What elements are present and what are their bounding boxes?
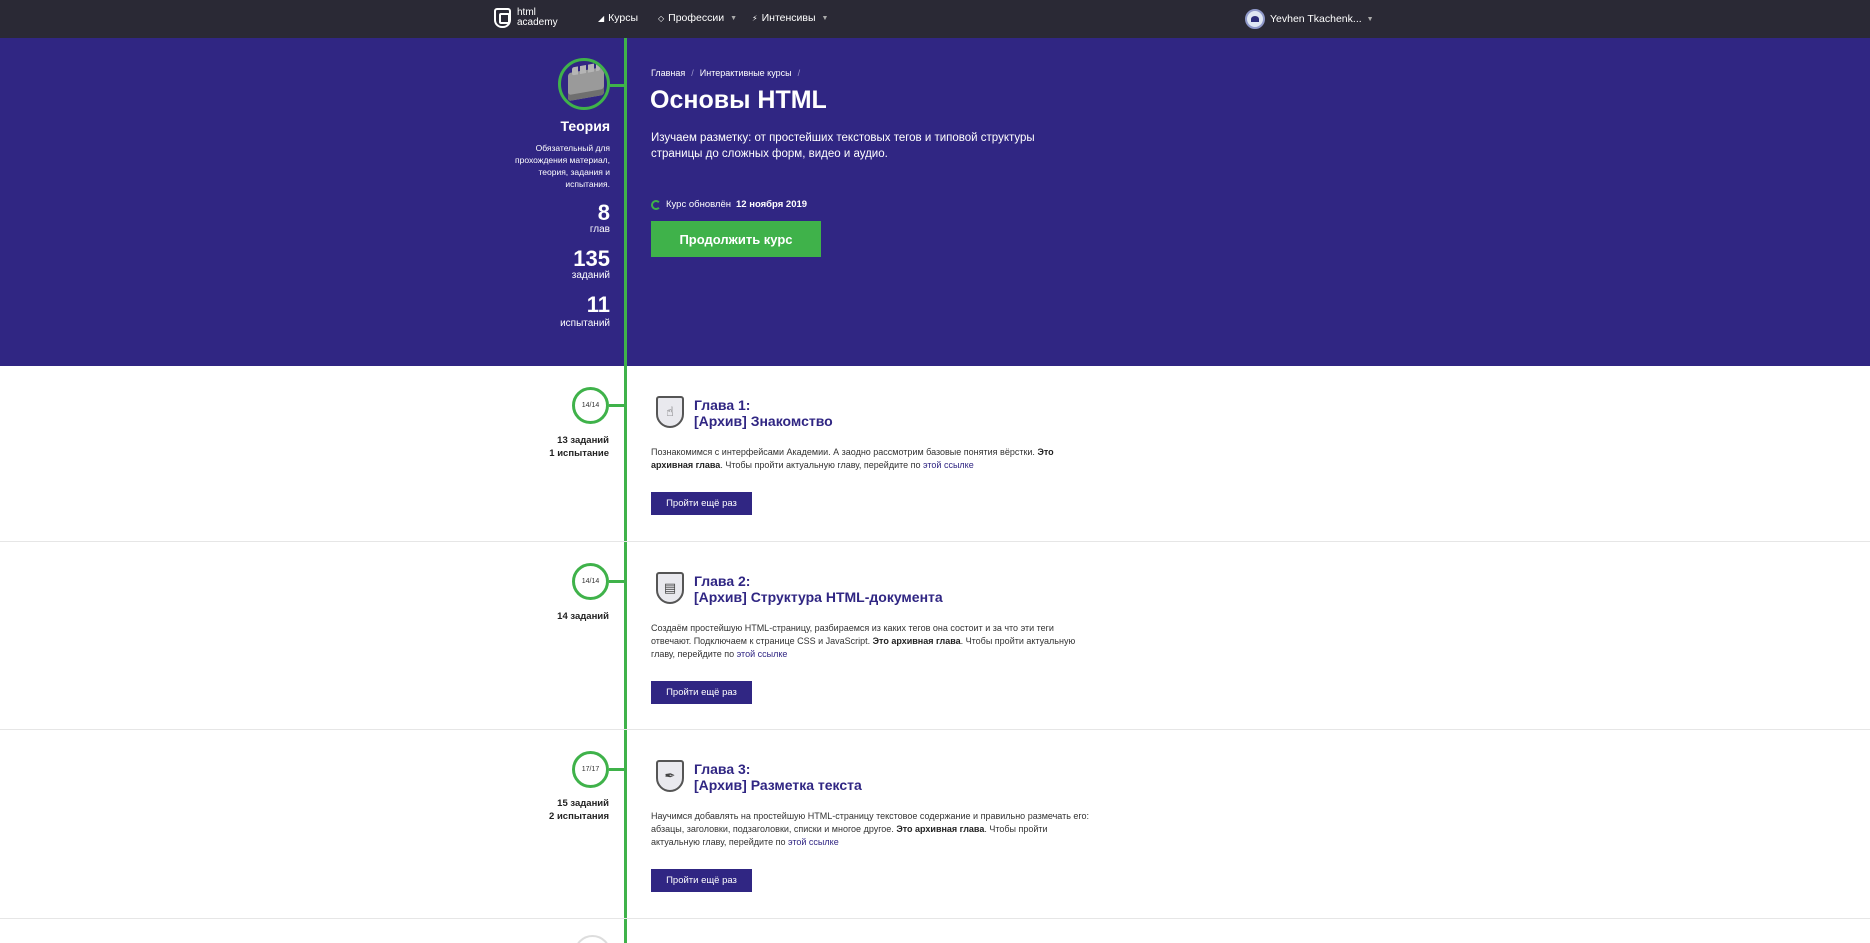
- chapter-actual-link[interactable]: этой ссылке: [788, 837, 839, 847]
- chapter-desc-text: Познакомимся с интерфейсами Академии. А …: [651, 447, 1035, 457]
- updated-date: 12 ноября 2019: [736, 199, 808, 210]
- chapter-description: Познакомимся с интерфейсами Академии. А …: [651, 446, 1095, 472]
- chart-icon: ◢: [598, 13, 605, 23]
- retake-chapter-button[interactable]: Пройти ещё раз: [651, 681, 752, 704]
- chapter-divider: [0, 541, 1870, 542]
- chapter-description: Создаём простейшую HTML-страницу, разбир…: [651, 622, 1095, 661]
- bolt-icon: ⚡: [752, 13, 758, 23]
- breadcrumb-home[interactable]: Главная: [651, 68, 685, 78]
- retake-chapter-button[interactable]: Пройти ещё раз: [651, 869, 752, 892]
- stat-trials-label: испытаний: [560, 318, 610, 329]
- diamond-icon: ◇: [658, 13, 665, 23]
- timeline-connector: [609, 580, 625, 583]
- academy-logo-icon: [494, 8, 511, 28]
- course-description: Изучаем разметку: от простейших текстовы…: [651, 132, 1035, 160]
- nav-item-intensives[interactable]: ⚡ Интенсивы ▼: [752, 12, 828, 24]
- stat-chapters-value: 8: [597, 200, 610, 225]
- nav-item-courses[interactable]: ◢ Курсы: [598, 12, 638, 24]
- avatar: [1245, 9, 1265, 29]
- chapter-progress-circle: 14/14: [572, 563, 609, 600]
- chapter-number: Глава 3:: [694, 761, 751, 777]
- timeline-connector: [609, 404, 625, 407]
- course-updated-info: Курс обновлён 12 ноября 2019: [651, 199, 807, 210]
- chapter-desc-archive-note: Это архивная глава: [896, 824, 985, 834]
- document-icon: ▤: [656, 572, 684, 604]
- timeline-connector: [609, 768, 625, 771]
- timeline-line: [624, 38, 627, 943]
- nav-item-label: Интенсивы: [761, 12, 816, 24]
- top-navigation: html academy ◢ Курсы ◇ Профессии ▼ ⚡ Инт…: [0, 0, 1870, 38]
- logo-text: html academy: [517, 7, 558, 28]
- chapter-number: Глава 1:: [694, 397, 751, 413]
- stat-tasks-value: 135: [573, 246, 610, 271]
- chapter-progress-circle: 14/14: [572, 387, 609, 424]
- chapter-stats: 15 заданий 2 испытания: [470, 797, 609, 823]
- chapter-actual-link[interactable]: этой ссылке: [923, 460, 974, 470]
- chevron-down-icon: ▼: [730, 14, 738, 22]
- nav-item-label: Курсы: [608, 12, 639, 24]
- chapter-divider: [0, 918, 1870, 919]
- chapter-progress-circle: [574, 935, 611, 943]
- continue-course-button[interactable]: Продолжить курс: [651, 221, 821, 257]
- chapter-stats: 13 заданий 1 испытание: [470, 434, 609, 460]
- chapter-name: [Архив] Структура HTML-документа: [694, 589, 943, 605]
- pen-nib-icon: ✒: [656, 760, 684, 792]
- chevron-down-icon: ▼: [1366, 15, 1374, 23]
- refresh-icon: [651, 199, 661, 210]
- breadcrumb-separator: /: [797, 68, 801, 78]
- chapter-desc-rest: . Чтобы пройти актуальную главу, перейди…: [720, 460, 921, 470]
- course-hero: [0, 38, 1870, 366]
- chapter-title[interactable]: Глава 1: [Архив] Знакомство: [694, 397, 833, 429]
- chapter-title[interactable]: Глава 2: [Архив] Структура HTML-документ…: [694, 573, 943, 605]
- timeline-connector: [610, 84, 625, 87]
- breadcrumb-interactive-courses[interactable]: Интерактивные курсы: [700, 68, 792, 78]
- stat-trials-value: 11: [586, 292, 610, 317]
- chapter-description: Научимся добавлять на простейшую HTML-ст…: [651, 810, 1095, 849]
- hand-icon: ☝: [656, 396, 684, 428]
- stat-chapters-label: глав: [589, 224, 610, 235]
- chapter-trials-count: 1 испытание: [549, 448, 609, 459]
- user-menu[interactable]: Yevhen Tkachenk... ▼: [1245, 9, 1374, 29]
- site-logo[interactable]: html academy: [494, 8, 561, 28]
- theory-description: Обязательный для прохождения материал, т…: [515, 143, 610, 189]
- page-title: Основы HTML: [650, 86, 827, 114]
- chapter-tasks-count: 14 заданий: [557, 611, 609, 622]
- chapter-number: Глава 2:: [694, 573, 751, 589]
- brick-icon: [568, 66, 604, 102]
- chapter-tasks-count: 13 заданий: [557, 435, 609, 446]
- chapter-trials-count: 2 испытания: [549, 811, 609, 822]
- chapter-title[interactable]: Глава 3: [Архив] Разметка текста: [694, 761, 862, 793]
- page: html academy ◢ Курсы ◇ Профессии ▼ ⚡ Инт…: [0, 0, 1870, 943]
- theory-title: Теория: [560, 118, 610, 134]
- chapter-stats: 14 заданий: [470, 610, 609, 623]
- chapter-desc-archive-note: Это архивная глава: [872, 636, 961, 646]
- theory-icon: [558, 58, 610, 110]
- nav-item-professions[interactable]: ◇ Профессии ▼: [658, 12, 737, 24]
- chapter-progress-circle: 17/17: [572, 751, 609, 788]
- nav-item-label: Профессии: [668, 12, 725, 24]
- breadcrumb-separator: /: [691, 68, 694, 78]
- chapter-divider: [0, 729, 1870, 730]
- chapter-name: [Архив] Знакомство: [694, 413, 833, 429]
- chapter-name: [Архив] Разметка текста: [694, 777, 862, 793]
- chevron-down-icon: ▼: [821, 14, 829, 22]
- breadcrumb: Главная / Интерактивные курсы /: [651, 68, 800, 78]
- stat-tasks-label: заданий: [571, 270, 610, 281]
- chapter-actual-link[interactable]: этой ссылке: [737, 649, 788, 659]
- chapter-tasks-count: 15 заданий: [557, 798, 609, 809]
- updated-prefix: Курс обновлён: [666, 199, 732, 210]
- user-name: Yevhen Tkachenk...: [1270, 13, 1362, 25]
- retake-chapter-button[interactable]: Пройти ещё раз: [651, 492, 752, 515]
